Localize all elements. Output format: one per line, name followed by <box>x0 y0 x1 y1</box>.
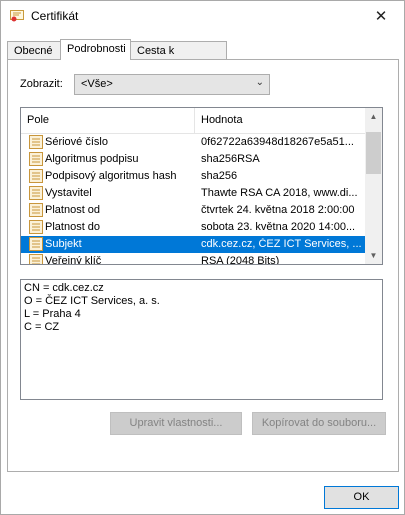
list-item[interactable]: Sériové číslo 0f62722a63948d18267e5a51..… <box>21 134 365 151</box>
field-name: Subjekt <box>45 238 82 250</box>
list-item-selected[interactable]: Subjekt cdk.cez.cz, ČEZ ICT Services, ..… <box>21 236 365 253</box>
certificate-icon <box>10 10 24 22</box>
field-value: čtvrtek 24. května 2018 2:00:00 <box>201 204 355 216</box>
certificate-window: Certifikát ✕ Obecné Podrobnosti Cesta k … <box>0 0 405 515</box>
field-icon <box>29 203 43 217</box>
list-item[interactable]: Platnost od čtvrtek 24. května 2018 2:00… <box>21 202 365 219</box>
field-name: Vystavitel <box>45 187 92 199</box>
list-item[interactable]: Podpisový algoritmus hash sha256 <box>21 168 365 185</box>
field-icon <box>29 186 43 200</box>
field-value: RSA (2048 Bits) <box>201 255 280 265</box>
show-dropdown[interactable]: <Vše> ⌄ <box>74 74 270 95</box>
window-title: Certifikát <box>31 9 79 23</box>
copy-to-file-button[interactable]: Kopírovat do souboru... <box>252 412 386 435</box>
list-item[interactable]: Algoritmus podpisu sha256RSA <box>21 151 365 168</box>
close-button[interactable]: ✕ <box>358 1 404 31</box>
show-dropdown-value: <Vše> <box>81 78 113 90</box>
column-header-field[interactable]: Pole <box>27 114 49 126</box>
field-icon <box>29 254 43 264</box>
field-name: Veřejný klíč <box>45 255 102 265</box>
details-panel: Zobrazit: <Vše> ⌄ Pole Hodnota Sériové č… <box>7 59 399 472</box>
field-value: Thawte RSA CA 2018, www.di... <box>201 187 358 199</box>
field-icon <box>29 152 43 166</box>
list-item[interactable]: Vystavitel Thawte RSA CA 2018, www.di... <box>21 185 365 202</box>
field-name: Sériové číslo <box>45 136 108 148</box>
tab-strip: Obecné Podrobnosti Cesta k certifikátu <box>7 39 399 75</box>
field-icon <box>29 237 43 251</box>
field-name: Algoritmus podpisu <box>45 153 139 165</box>
field-value: sobota 23. května 2020 14:00... <box>201 221 356 233</box>
field-value: sha256 <box>201 170 238 182</box>
column-header-value[interactable]: Hodnota <box>201 114 243 126</box>
chevron-down-icon: ⌄ <box>255 77 264 88</box>
list-rows: Sériové číslo 0f62722a63948d18267e5a51..… <box>21 134 365 265</box>
column-divider[interactable] <box>194 108 195 133</box>
field-icon <box>29 135 43 149</box>
field-value: cdk.cez.cz, ČEZ ICT Services, ... <box>201 238 361 250</box>
field-value: sha256RSA <box>201 153 260 165</box>
field-icon <box>29 220 43 234</box>
ok-button[interactable]: OK <box>324 486 399 509</box>
close-icon: ✕ <box>374 8 388 25</box>
tab-general[interactable]: Obecné <box>7 41 61 59</box>
field-icon <box>29 169 43 183</box>
list-header: Pole Hodnota <box>21 108 365 134</box>
tab-details[interactable]: Podrobnosti <box>60 39 131 60</box>
vertical-scrollbar[interactable]: ▲ ▼ <box>365 108 382 264</box>
field-value: 0f62722a63948d18267e5a51... <box>201 136 354 148</box>
scroll-up-icon[interactable]: ▲ <box>365 108 382 125</box>
edit-properties-button[interactable]: Upravit vlastnosti... <box>110 412 242 435</box>
field-name: Platnost od <box>45 204 101 216</box>
tab-certification-path[interactable]: Cesta k certifikátu <box>130 41 227 75</box>
list-item[interactable]: Platnost do sobota 23. května 2020 14:00… <box>21 219 365 236</box>
scroll-thumb[interactable] <box>366 132 381 174</box>
title-bar: Certifikát ✕ <box>1 1 404 31</box>
show-label: Zobrazit: <box>20 78 63 90</box>
fields-list[interactable]: Pole Hodnota Sériové číslo 0f62722a63948… <box>20 107 383 265</box>
field-name: Platnost do <box>45 221 101 233</box>
field-name: Podpisový algoritmus hash <box>45 170 177 182</box>
field-detail-text[interactable]: CN = cdk.cez.cz O = ČEZ ICT Services, a.… <box>20 279 383 400</box>
scroll-down-icon[interactable]: ▼ <box>365 247 382 264</box>
list-item[interactable]: Veřejný klíč RSA (2048 Bits) <box>21 253 365 265</box>
